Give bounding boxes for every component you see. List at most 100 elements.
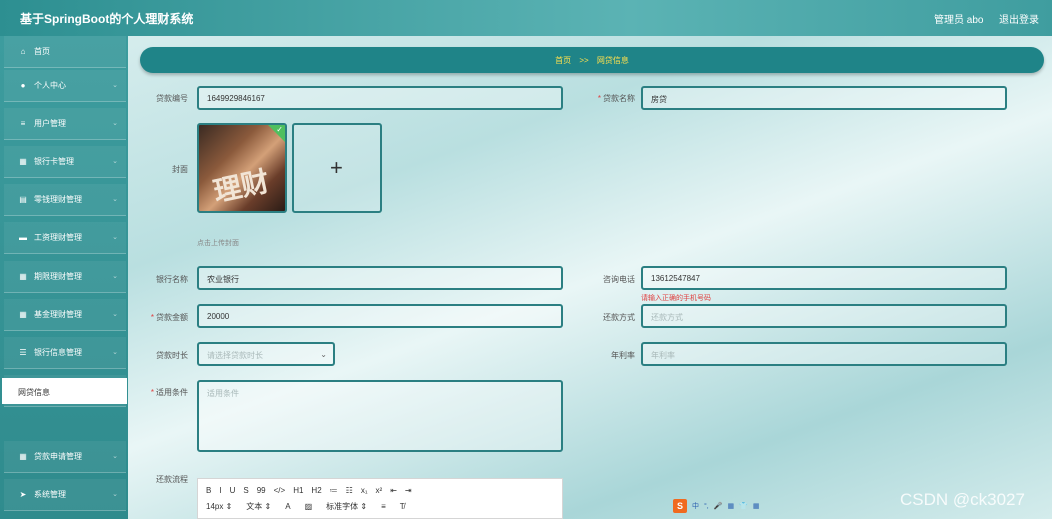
- phone-input[interactable]: 13612547847: [641, 266, 1007, 290]
- editor-tool-button[interactable]: S: [243, 486, 248, 495]
- sidebar-item-label: 贷款申请管理: [34, 452, 82, 461]
- watermark: CSDN @ck3027: [900, 490, 1025, 509]
- sidebar-item-label: 系统管理: [34, 490, 66, 499]
- editor-toolbar-row: B I U S 99 </> H1 H2 ≔ ☷ x₁ x² ⇤ ⇥: [206, 486, 412, 495]
- ime-item-icon[interactable]: 中: [692, 501, 699, 511]
- font-family-select[interactable]: 标准字体 ⇕: [326, 501, 367, 512]
- app-title: 基于SpringBoot的个人理财系统: [20, 12, 194, 26]
- font-size-select[interactable]: 14px ⇕: [206, 502, 232, 511]
- sidebar-item[interactable]: ➤ 系统管理 ⌄: [4, 479, 126, 511]
- sidebar-item[interactable]: ▦ 银行卡管理 ⌄: [4, 146, 126, 178]
- chevron-down-icon: ⌄: [112, 273, 118, 280]
- editor-tool-button[interactable]: B: [206, 486, 211, 495]
- ime-item-icon[interactable]: ▦: [753, 502, 760, 510]
- editor-tool-button[interactable]: ⇤: [390, 486, 397, 495]
- rich-text-editor[interactable]: B I U S 99 </> H1 H2 ≔ ☷ x₁ x² ⇤ ⇥ 14px ⇕ 文本 ⇕ A ▨ 标准…: [197, 478, 563, 519]
- admin-label: 管理员 abo: [934, 15, 984, 26]
- chevron-down-icon: ⌄: [112, 349, 118, 356]
- breadcrumb: 首页 >> 网贷信息: [140, 47, 1044, 73]
- ime-toolbar[interactable]: S 中 °, 🎤 ▦ 👕 ▦: [673, 498, 773, 514]
- phone-label: 咨询电话: [603, 275, 635, 284]
- list-icon: ☰: [19, 348, 27, 357]
- editor-tool-button[interactable]: ⇥: [405, 486, 412, 495]
- upload-button[interactable]: +: [292, 123, 382, 213]
- chevron-down-icon: ⌄: [112, 311, 118, 318]
- cover-image-text: 理财: [210, 164, 273, 209]
- editor-tool-button[interactable]: H2: [311, 486, 321, 495]
- sidebar-item[interactable]: ☰ 银行信息管理 ⌄: [4, 337, 126, 369]
- cover-image[interactable]: 理财 ✓: [197, 123, 287, 213]
- editor-tool-button[interactable]: x²: [376, 486, 383, 495]
- editor-tool-button[interactable]: I: [219, 486, 221, 495]
- sidebar-item-label: 银行卡管理: [34, 157, 74, 166]
- sidebar-item-label: 期限理财管理: [34, 272, 82, 281]
- repay-input[interactable]: 还款方式: [641, 304, 1007, 328]
- editor-tool-button[interactable]: ≔: [330, 486, 338, 495]
- sidebar-item[interactable]: ● 个人中心 ⌄: [4, 70, 126, 102]
- chevron-down-icon: ⌄: [112, 82, 118, 89]
- term-select[interactable]: 请选择贷款时长 ⌄: [197, 342, 335, 366]
- grid-icon: ▦: [19, 272, 27, 281]
- breadcrumb-separator: >>: [579, 56, 589, 65]
- align-icon[interactable]: ≡: [381, 502, 386, 511]
- chevron-down-icon: ⌄: [112, 120, 118, 127]
- logout-link[interactable]: 退出登录: [999, 11, 1039, 26]
- loan-name-label: * 贷款名称: [597, 94, 635, 103]
- loan-no-input[interactable]: 1649929846167: [197, 86, 563, 110]
- sidebar-item-label: 工资理财管理: [34, 233, 82, 242]
- editor-tool-button[interactable]: H1: [293, 486, 303, 495]
- sidebar-item-label: 首页: [34, 47, 50, 56]
- sidebar-item-label: 零钱理财管理: [34, 195, 82, 204]
- chevron-down-icon: ⌄: [112, 234, 118, 241]
- sidebar-item-label: 用户管理: [34, 119, 66, 128]
- ime-item-icon[interactable]: 🎤: [714, 502, 723, 510]
- user-icon: ●: [20, 81, 26, 90]
- cond-textarea[interactable]: 适用条件: [197, 380, 563, 452]
- grid-icon: ▦: [19, 452, 27, 461]
- sidebar-item[interactable]: ≡ 用户管理 ⌄: [4, 108, 126, 140]
- sidebar-item[interactable]: ⌂ 首页: [4, 36, 126, 68]
- editor-tool-button[interactable]: x₁: [361, 486, 368, 495]
- background-color-icon[interactable]: ▨: [305, 502, 313, 511]
- clear-format-icon[interactable]: T̸: [400, 502, 405, 511]
- send-icon: ➤: [19, 490, 27, 499]
- editor-tool-button[interactable]: U: [230, 486, 236, 495]
- repay-label: 还款方式: [603, 313, 635, 322]
- card-icon: ▬: [19, 233, 27, 242]
- sidebar-item[interactable]: ▦ 期限理财管理 ⌄: [4, 261, 126, 293]
- phone-error: 请输入正确的手机号码: [641, 295, 711, 302]
- top-bar: 基于SpringBoot的个人理财系统 管理员 abo 退出登录: [0, 0, 1052, 36]
- loan-no-label: 贷款编号: [156, 94, 188, 103]
- loan-name-input[interactable]: 房贷: [641, 86, 1007, 110]
- text-style-select[interactable]: 文本 ⇕: [246, 501, 271, 512]
- chevron-down-icon: ⌄: [112, 491, 118, 498]
- sidebar-item[interactable]: ▦ 基金理财管理 ⌄: [4, 299, 126, 331]
- ime-item-icon[interactable]: °,: [704, 503, 709, 510]
- chevron-down-icon: ⌄: [112, 453, 118, 460]
- sidebar-item[interactable]: ▤ 零钱理财管理 ⌄: [4, 184, 126, 216]
- rate-input[interactable]: 年利率: [641, 342, 1007, 366]
- chevron-down-icon: ⌄: [112, 158, 118, 165]
- sidebar-item[interactable]: ▬ 工资理财管理 ⌄: [4, 222, 126, 254]
- chevron-down-icon: ⌄: [112, 196, 118, 203]
- term-select-placeholder: 请选择贷款时长: [207, 351, 263, 360]
- amount-input[interactable]: 20000: [197, 304, 563, 328]
- ime-item-icon[interactable]: 👕: [739, 502, 748, 510]
- bank-label: 银行名称: [156, 275, 188, 284]
- editor-tool-button[interactable]: </>: [274, 486, 286, 495]
- font-color-icon[interactable]: A: [285, 502, 290, 511]
- process-label: 还款流程: [156, 475, 188, 484]
- sogou-logo-icon: S: [673, 499, 687, 513]
- check-icon: ✓: [276, 125, 283, 134]
- editor-tool-button[interactable]: ☷: [346, 486, 353, 495]
- breadcrumb-home[interactable]: 首页: [555, 56, 571, 65]
- sidebar-subitem-loan-info[interactable]: 网贷信息: [2, 378, 127, 404]
- breadcrumb-current: 网贷信息: [596, 56, 629, 65]
- editor-tool-button[interactable]: 99: [257, 486, 266, 495]
- sliders-icon: ≡: [20, 119, 26, 128]
- cover-label: 封面: [172, 165, 188, 174]
- ime-item-icon[interactable]: ▦: [727, 502, 734, 510]
- sidebar-item[interactable]: ▦ 贷款申请管理 ⌄: [4, 441, 126, 473]
- plus-icon: +: [330, 155, 343, 180]
- bank-input[interactable]: 农业银行: [197, 266, 563, 290]
